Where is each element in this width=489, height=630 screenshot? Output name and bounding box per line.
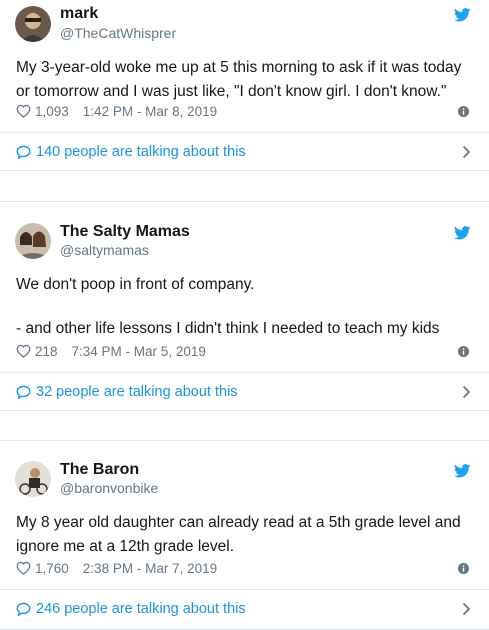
tweet-text-line: - and other life lessons I didn't think … [16, 320, 440, 337]
tweet-text-line [16, 297, 473, 317]
info-icon[interactable] [458, 106, 469, 117]
tweet-text-line: or tomorrow and I was just like, "I don'… [16, 83, 447, 100]
heart-icon[interactable] [16, 561, 31, 575]
timestamp[interactable]: 7:34 PM - Mar 5, 2019 [72, 344, 206, 359]
twitter-bird-icon[interactable] [454, 464, 471, 478]
tweet-text: My 8 year old daughter can already read … [16, 511, 473, 559]
author-name[interactable]: The Baron [60, 461, 139, 479]
twitter-bird-icon[interactable] [454, 8, 471, 22]
speech-bubble-icon [16, 145, 31, 159]
speech-bubble-icon [16, 602, 31, 616]
tweet-card: The Baron @baronvonbike My 8 year old da… [0, 440, 489, 630]
author-name[interactable]: mark [60, 5, 98, 23]
tweet-card: The Salty Mamas @saltymamas We don't poo… [0, 201, 489, 411]
tweet-text-line: My 8 year old daughter can already read … [16, 514, 461, 531]
conversation-count[interactable]: 32 people are talking about this [36, 384, 238, 400]
author-name[interactable]: The Salty Mamas [60, 223, 190, 241]
tweet-text: We don't poop in front of company. - and… [16, 273, 473, 341]
tweet-text-line: ignore me at a 12th grade level. [16, 538, 234, 555]
info-icon[interactable] [458, 346, 469, 357]
heart-icon[interactable] [16, 344, 31, 358]
tweet-meta: 1,093 1:42 PM - Mar 8, 2019 [16, 102, 473, 120]
conversation-link[interactable]: 140 people are talking about this [0, 133, 489, 171]
tweet-text-line: We don't poop in front of company. [16, 276, 255, 293]
like-count[interactable]: 1,760 [35, 561, 69, 576]
tweet-meta: 218 7:34 PM - Mar 5, 2019 [16, 342, 473, 360]
info-icon[interactable] [458, 563, 469, 574]
avatar[interactable] [15, 6, 51, 42]
tweet-card: mark @TheCatWhisprer My 3-year-old woke … [0, 0, 489, 171]
author-handle[interactable]: @baronvonbike [60, 480, 158, 496]
speech-bubble-icon [16, 385, 31, 399]
tweet-text-line: My 3-year-old woke me up at 5 this morni… [16, 59, 462, 76]
conversation-link[interactable]: 246 people are talking about this [0, 590, 489, 628]
chevron-right-icon[interactable] [462, 385, 471, 399]
avatar[interactable] [15, 461, 51, 497]
timestamp[interactable]: 2:38 PM - Mar 7, 2019 [83, 561, 217, 576]
tweet-meta: 1,760 2:38 PM - Mar 7, 2019 [16, 559, 473, 577]
conversation-link[interactable]: 32 people are talking about this [0, 373, 489, 411]
conversation-count[interactable]: 140 people are talking about this [36, 144, 246, 160]
author-handle[interactable]: @TheCatWhisprer [60, 25, 176, 41]
heart-icon[interactable] [16, 104, 31, 118]
timestamp[interactable]: 1:42 PM - Mar 8, 2019 [83, 104, 217, 119]
avatar[interactable] [15, 223, 51, 259]
like-count[interactable]: 1,093 [35, 104, 69, 119]
chevron-right-icon[interactable] [462, 602, 471, 616]
author-handle[interactable]: @saltymamas [60, 242, 149, 258]
chevron-right-icon[interactable] [462, 145, 471, 159]
conversation-count[interactable]: 246 people are talking about this [36, 601, 246, 617]
twitter-bird-icon[interactable] [454, 226, 471, 240]
like-count[interactable]: 218 [35, 344, 58, 359]
tweet-text: My 3-year-old woke me up at 5 this morni… [16, 56, 473, 104]
